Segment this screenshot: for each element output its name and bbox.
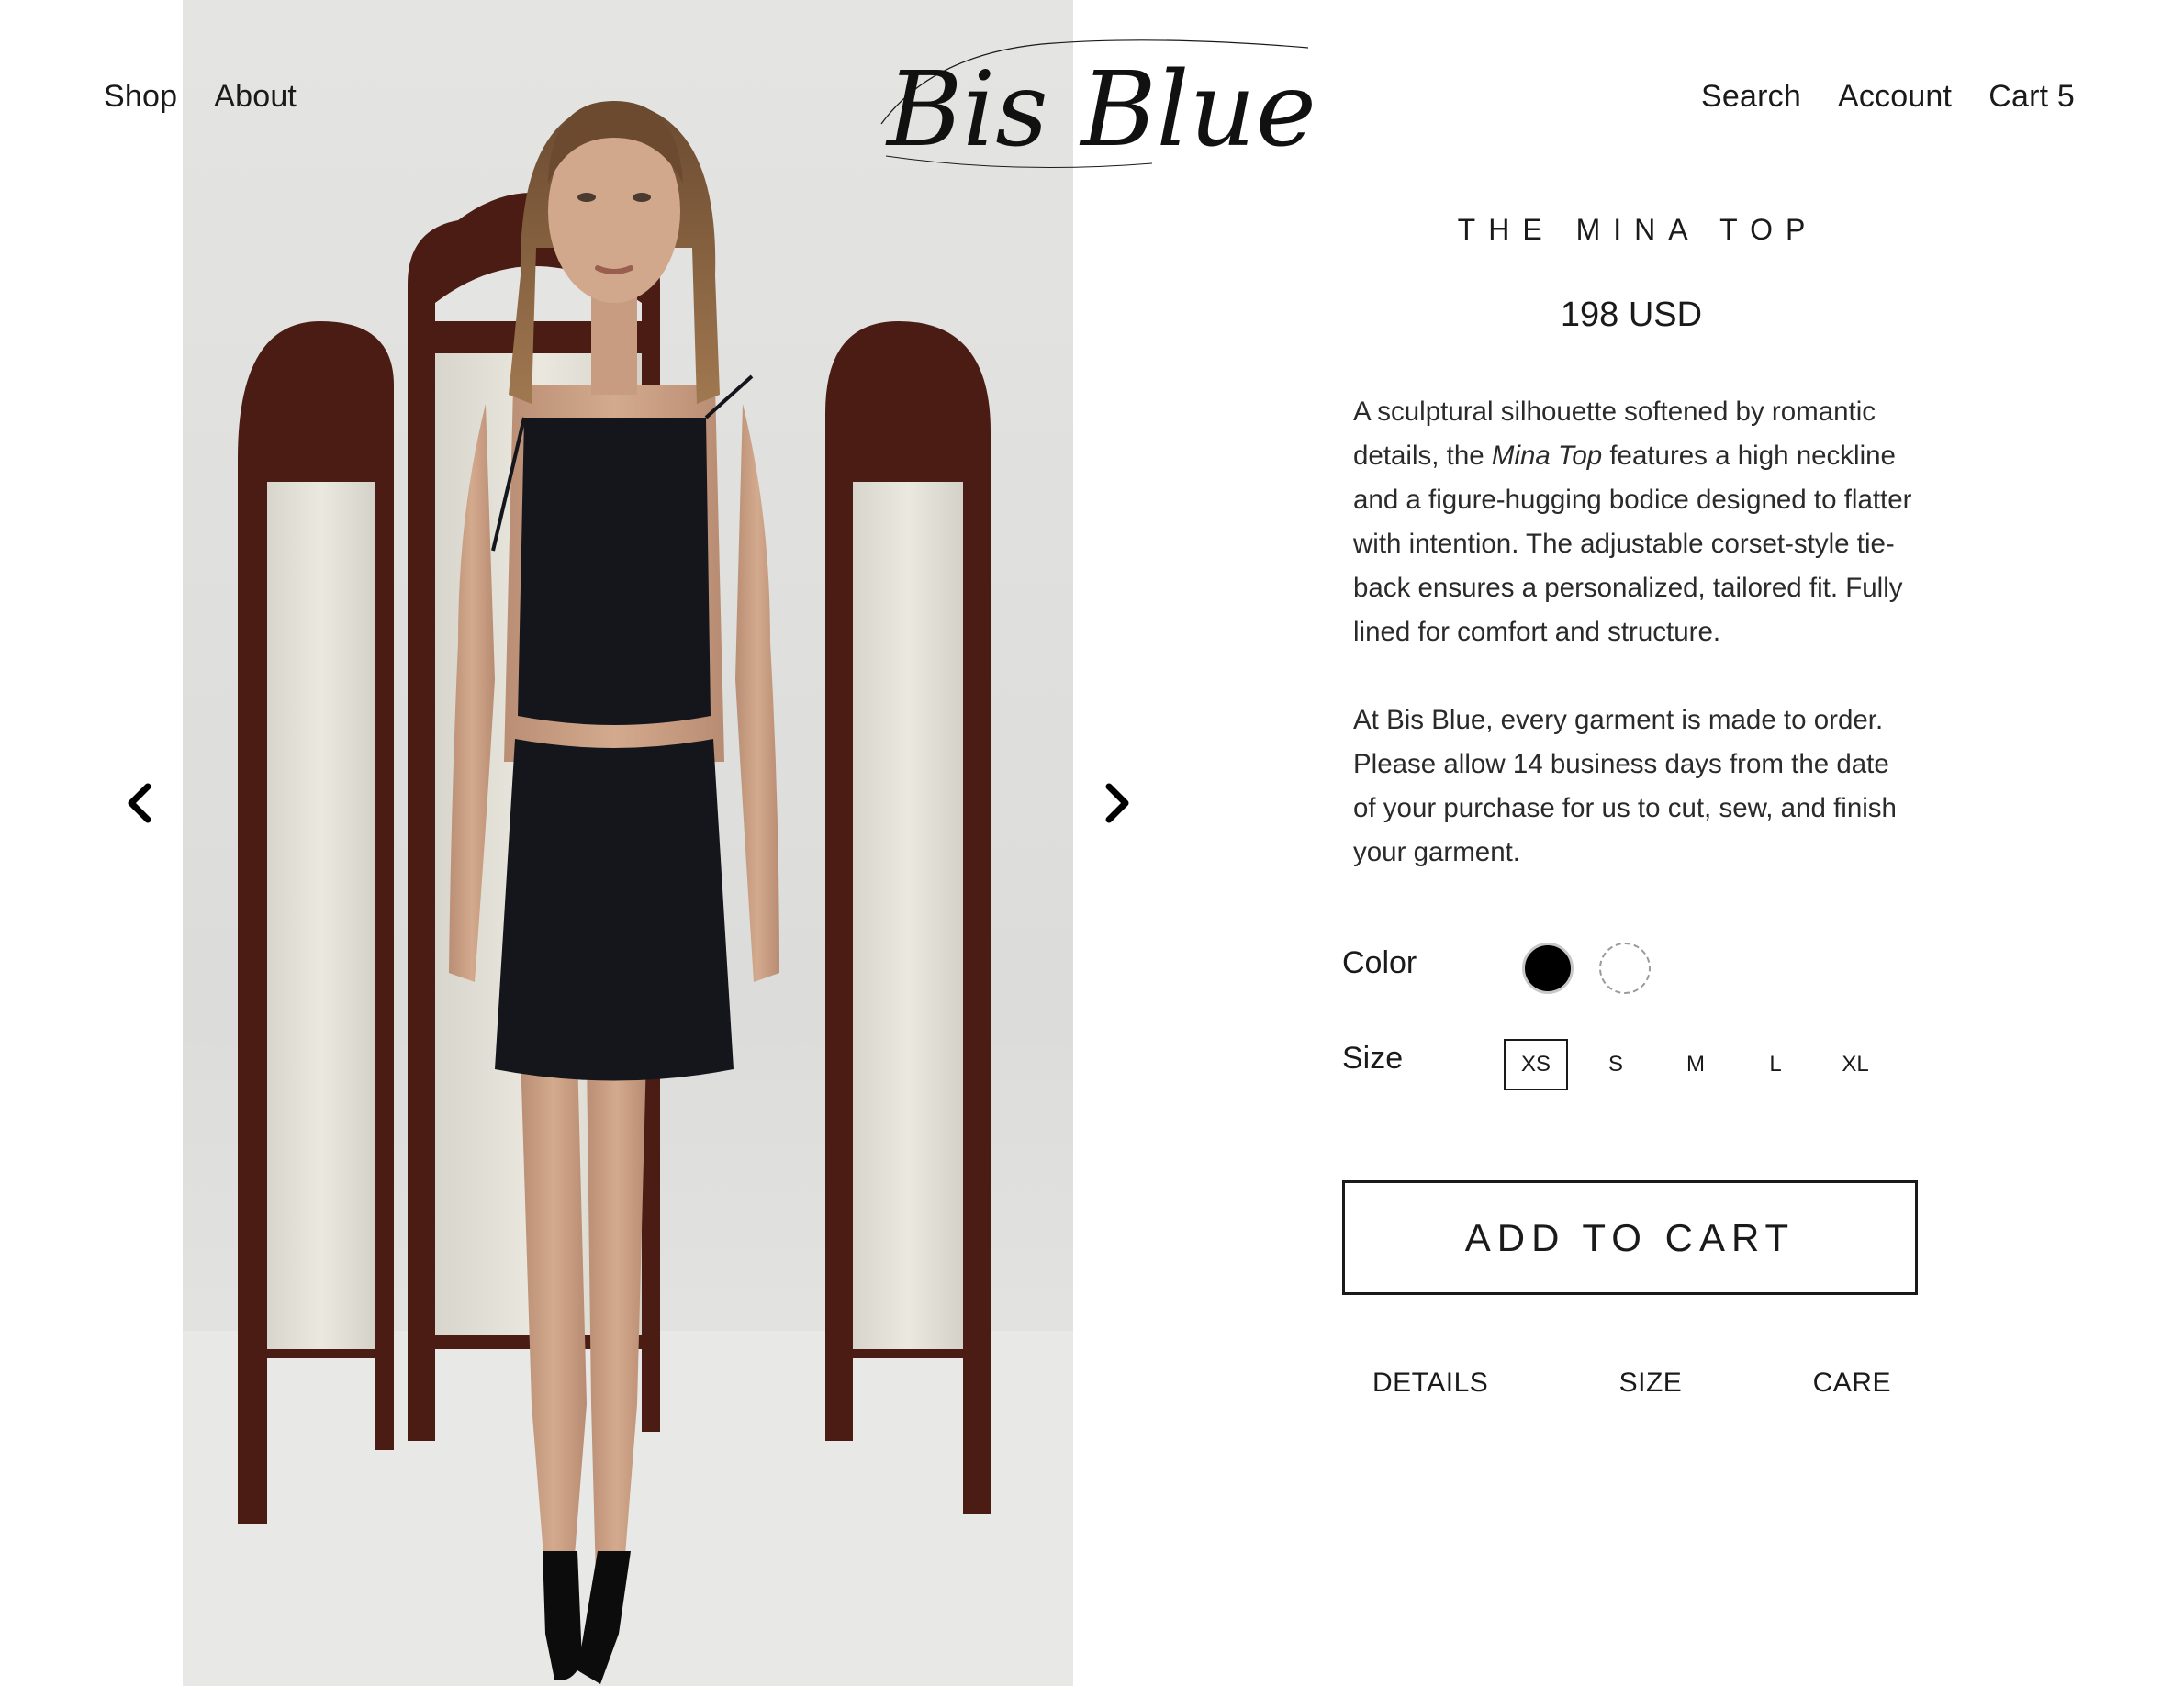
size-option-m[interactable]: M — [1663, 1039, 1728, 1090]
chevron-left-icon — [128, 783, 151, 823]
size-option-s[interactable]: S — [1584, 1039, 1648, 1090]
nav-about-link[interactable]: About — [214, 79, 297, 115]
primary-nav: Shop About — [104, 79, 297, 115]
logo-text: Bis Blue — [885, 50, 1316, 170]
tab-care[interactable]: CARE — [1813, 1368, 1891, 1399]
nav-shop-link[interactable]: Shop — [104, 79, 177, 115]
nav-account-link[interactable]: Account — [1838, 79, 1952, 115]
add-to-cart-button[interactable]: ADD TO CART — [1342, 1180, 1918, 1295]
nav-search-link[interactable]: Search — [1701, 79, 1801, 115]
size-label: Size — [1342, 1041, 1404, 1076]
description-paragraph-1: A sculptural silhouette softened by roma… — [1353, 396, 1912, 647]
tab-size[interactable]: SIZE — [1619, 1368, 1683, 1399]
nav-cart-link[interactable]: Cart 5 — [1988, 79, 2075, 115]
color-swatch-white[interactable] — [1599, 943, 1651, 994]
color-label: Color — [1342, 945, 1417, 980]
size-selector: XS S M L XL — [1504, 1039, 1903, 1090]
gallery-prev-button[interactable] — [119, 778, 160, 828]
size-option-xs[interactable]: XS — [1504, 1039, 1568, 1090]
product-description: A sculptural silhouette softened by roma… — [1353, 390, 1913, 875]
tab-details[interactable]: DETAILS — [1372, 1368, 1488, 1399]
product-price: 198 USD — [1560, 296, 1703, 334]
color-swatch-black[interactable] — [1522, 943, 1574, 994]
product-page: Shop About Bis Blue Search Account Cart … — [0, 0, 2184, 1686]
product-image — [183, 0, 1073, 1686]
gallery-next-button[interactable] — [1097, 778, 1137, 828]
chevron-right-icon — [1105, 783, 1129, 823]
brand-logo[interactable]: Bis Blue — [877, 37, 1327, 174]
description-paragraph-2: At Bis Blue, every garment is made to or… — [1353, 705, 1897, 867]
size-option-l[interactable]: L — [1743, 1039, 1808, 1090]
product-title: THE MINA TOP — [1457, 213, 1819, 246]
product-info-tabs: DETAILS SIZE CARE — [1342, 1368, 1921, 1399]
utility-nav: Search Account Cart 5 — [1701, 79, 2075, 115]
size-option-xl[interactable]: XL — [1823, 1039, 1887, 1090]
